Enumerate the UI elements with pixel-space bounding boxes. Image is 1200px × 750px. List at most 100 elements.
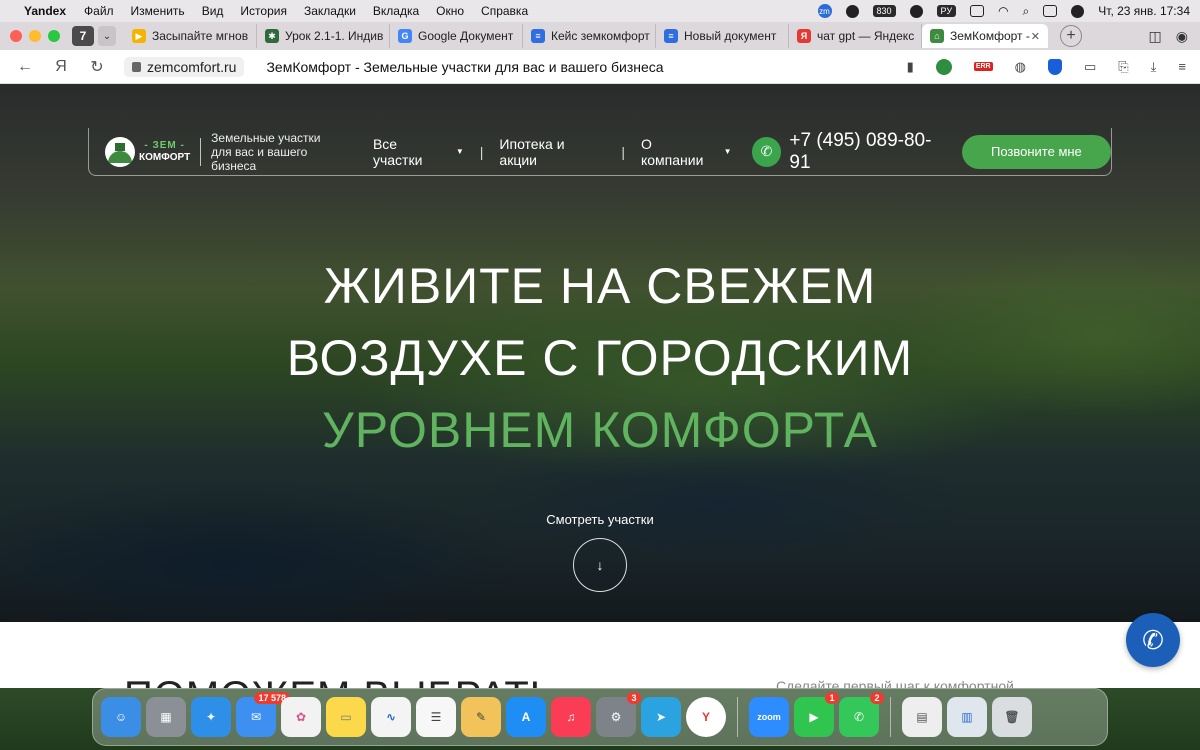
battery-icon[interactable] (970, 5, 985, 17)
tab-strip: 7 ⌄ ▶ Засыпайте мгнов ✱ Урок 2.1-1. Индив … (0, 22, 1200, 50)
extension-green-icon[interactable] (935, 58, 952, 75)
menu-app-name[interactable]: Yandex (24, 4, 66, 18)
tab-favicon-icon: ≡ (531, 29, 545, 43)
messages-icon[interactable]: ✆ 2 (839, 692, 884, 737)
whatsapp-icon[interactable]: ✆ (751, 136, 782, 167)
tab-0[interactable]: ▶ Засыпайте мгнов (124, 24, 257, 48)
safari-icon[interactable]: ✦ (191, 697, 231, 737)
launchpad-icon[interactable]: ▦ (146, 697, 186, 737)
section-title: ПОМОЖЕМ ВЫБРАТЬ (124, 674, 557, 688)
app-store-icon[interactable]: A (506, 697, 546, 737)
tab-count-button[interactable]: 7 (72, 26, 94, 46)
maximize-window-button[interactable] (48, 30, 60, 42)
menu-edit[interactable]: Изменить (131, 4, 185, 18)
pages-icon[interactable]: ✎ (461, 697, 501, 737)
minimize-window-button[interactable] (29, 30, 41, 42)
caret-down-icon: ▼ (723, 147, 732, 156)
tab-favicon-icon: Я (797, 29, 811, 43)
lock-icon (132, 61, 141, 72)
tab-2[interactable]: G Google Документ (390, 24, 523, 48)
tab-favicon-icon: ⌂ (930, 29, 944, 43)
close-tab-icon[interactable]: ✕ (1031, 30, 1040, 43)
new-tab-button[interactable]: + (1060, 25, 1082, 47)
menu-window[interactable]: Окно (436, 4, 464, 18)
tab-1[interactable]: ✱ Урок 2.1-1. Индив (257, 24, 390, 48)
spotlight-icon[interactable]: ⌕ (1023, 4, 1030, 19)
call-fab-button[interactable]: ✆ (1126, 613, 1180, 667)
document-stack-icon[interactable]: ▤ (902, 697, 942, 737)
next-section: ПОМОЖЕМ ВЫБРАТЬ Сделайте первый шаг к ко… (0, 622, 1200, 688)
battery-status-badge[interactable]: 830 (872, 5, 896, 17)
focus-icon[interactable] (845, 4, 859, 18)
tab-3[interactable]: ≡ Кейс земкомфорт (523, 24, 656, 48)
input-language[interactable]: РУ (936, 5, 957, 17)
menu-all-plots[interactable]: Все участки ▼ (373, 136, 464, 168)
profile-icon[interactable]: ◉ (1176, 28, 1188, 45)
trash-icon[interactable]: 🗑 (992, 697, 1032, 737)
sidebar-icon[interactable]: ◫ (1149, 28, 1162, 45)
telegram-icon[interactable]: ➤ (641, 697, 681, 737)
phone-link[interactable]: +7 (495) 089-80-91 (789, 130, 951, 174)
music-icon[interactable]: ♫ (551, 697, 591, 737)
dock: ☺ ▦ ✦ ✉ 17 578 ✿ ▭ ∿ ☰ ✎ A ♫ ⚙ 3 ➤ Y zoom … (92, 688, 1108, 746)
menu-tab[interactable]: Вкладка (373, 4, 419, 18)
shield-icon[interactable] (1047, 58, 1062, 75)
back-arrow-icon[interactable]: ← (14, 58, 36, 76)
tab-active[interactable]: ⌂ ЗемКомфорт - ✕ (922, 24, 1048, 48)
close-window-button[interactable] (10, 30, 22, 42)
download-icon[interactable]: ⤓ (1151, 59, 1157, 75)
clock[interactable]: Чт, 23 янв. 17:34 (1098, 4, 1190, 18)
tab-4[interactable]: ≡ Новый документ (656, 24, 789, 48)
zoom-icon[interactable]: zoom (749, 697, 789, 737)
url-field[interactable]: zemcomfort.ru (124, 56, 245, 77)
extension-err-badge[interactable]: ERR (973, 62, 993, 71)
zoom-status-icon[interactable]: zm (817, 4, 832, 18)
menu-history[interactable]: История (240, 4, 287, 18)
menu-about[interactable]: О компании ▼ (641, 136, 732, 168)
logo-house-icon (105, 136, 135, 167)
menu-help[interactable]: Справка (481, 4, 528, 18)
downloads-stack-icon[interactable]: ▥ (947, 697, 987, 737)
window-controls (10, 30, 60, 42)
tab-favicon-icon: G (398, 29, 412, 43)
tab-favicon-icon: ✱ (265, 29, 279, 43)
chevron-down-icon[interactable]: ⌄ (98, 26, 116, 46)
see-plots-link[interactable]: Смотреть участки (0, 512, 1200, 527)
reminders-icon[interactable]: ☰ (416, 697, 456, 737)
screenshot-icon[interactable]: ⎘ (1118, 59, 1128, 75)
system-settings-icon[interactable]: ⚙ 3 (596, 692, 641, 737)
facetime-badge: 1 (825, 692, 839, 704)
tab-5[interactable]: Ячат gpt — Яндекс (789, 24, 922, 48)
finder-icon[interactable]: ☺ (101, 697, 141, 737)
settings-badge: 3 (627, 692, 641, 704)
menu-bar: Yandex Файл Изменить Вид История Закладк… (0, 0, 1200, 22)
address-bar: ← Я ↻ zemcomfort.ru ЗемКомфорт - Земельн… (0, 50, 1200, 84)
menu-file[interactable]: Файл (84, 4, 114, 18)
globe-icon[interactable]: ◍ (1015, 59, 1026, 75)
scroll-down-button[interactable]: ↓ (573, 538, 627, 592)
battery-saver-icon[interactable]: ▭ (1084, 59, 1096, 75)
notes-icon[interactable]: ▭ (326, 697, 366, 737)
caret-down-icon: ▼ (455, 147, 464, 156)
site-logo[interactable]: - ЗЕМ - КОМФОРТ (105, 136, 190, 167)
bookmark-icon[interactable]: ▮ (907, 59, 914, 75)
facetime-icon[interactable]: ▶ 1 (794, 692, 839, 737)
play-icon[interactable] (909, 4, 923, 18)
section-side-text: Сделайте первый шаг к комфортной (776, 678, 1014, 688)
yandex-icon[interactable]: Я (50, 58, 72, 76)
reload-icon[interactable]: ↻ (86, 57, 108, 77)
photos-icon[interactable]: ✿ (281, 697, 321, 737)
site-tagline: Земельные участки для вас и вашего бизне… (211, 130, 321, 173)
menu-mortgage[interactable]: Ипотека и акции (499, 136, 605, 168)
siri-icon[interactable] (1071, 4, 1085, 18)
menu-bookmarks[interactable]: Закладки (304, 4, 356, 18)
site-header: - ЗЕМ - КОМФОРТ Земельные участки для ва… (88, 128, 1112, 176)
call-me-button[interactable]: Позвоните мне (961, 134, 1112, 169)
menu-icon[interactable]: ≡ (1178, 59, 1186, 74)
mail-icon[interactable]: ✉ 17 578 (236, 692, 290, 737)
yandex-browser-icon[interactable]: Y (686, 697, 726, 737)
menu-view[interactable]: Вид (202, 4, 224, 18)
control-center-icon[interactable] (1043, 5, 1058, 17)
freeform-icon[interactable]: ∿ (371, 697, 411, 737)
wifi-icon[interactable]: ◠ (998, 4, 1008, 18)
